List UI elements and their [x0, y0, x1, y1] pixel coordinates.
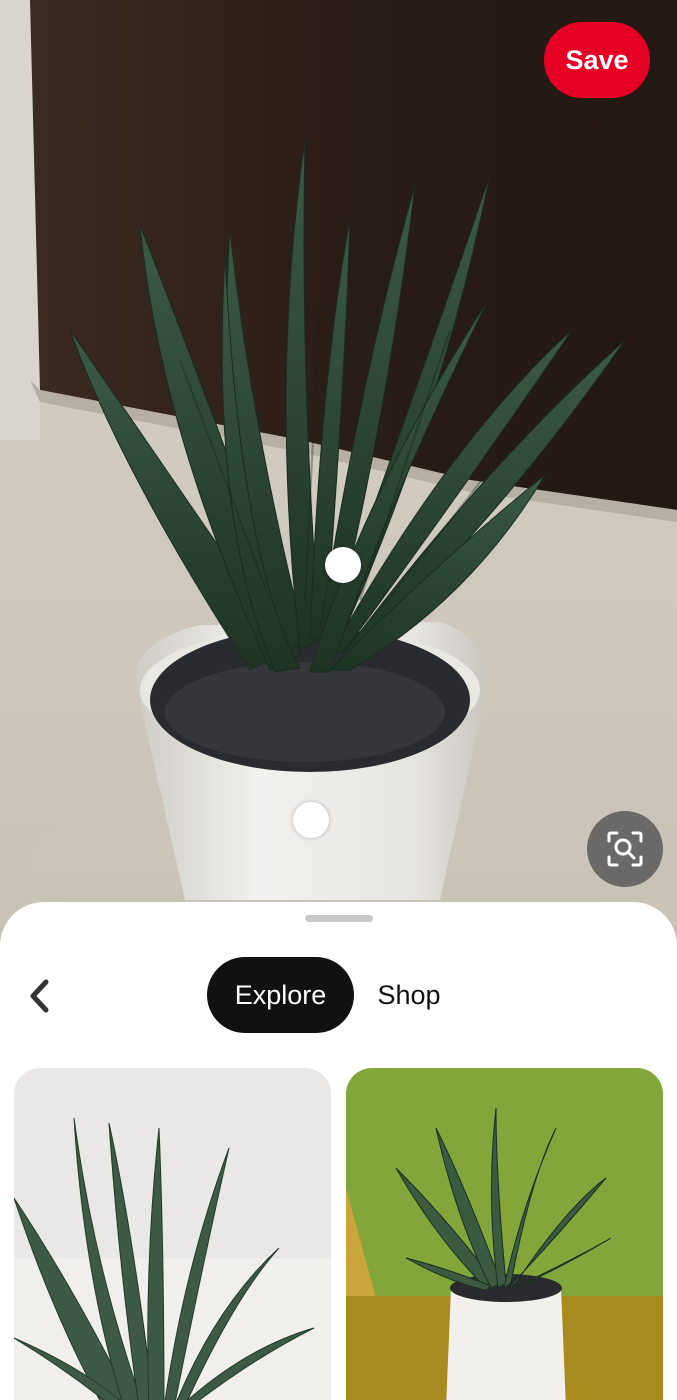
object-hotspot-pot[interactable] — [293, 802, 329, 838]
sheet-drag-handle[interactable] — [305, 915, 373, 922]
visual-search-button[interactable] — [587, 811, 663, 887]
pin-image — [0, 0, 677, 960]
tab-shop[interactable]: Shop — [360, 957, 458, 1033]
back-button[interactable] — [16, 972, 64, 1020]
potted-succulent-photo — [346, 1068, 663, 1400]
result-card[interactable] — [346, 1068, 663, 1400]
bottom-sheet: Explore Shop — [0, 902, 677, 1400]
tab-explore[interactable]: Explore — [207, 957, 354, 1033]
save-button[interactable]: Save — [544, 22, 650, 98]
lens-search-icon — [607, 831, 643, 867]
result-card[interactable] — [14, 1068, 331, 1400]
object-hotspot-plant[interactable] — [325, 547, 361, 583]
succulent-photo — [14, 1068, 331, 1400]
plant-image — [0, 0, 677, 960]
chevron-left-icon — [30, 979, 49, 1013]
